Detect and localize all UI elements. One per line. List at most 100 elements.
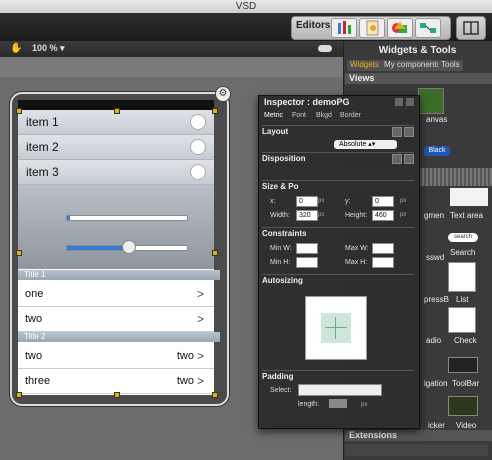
- item-label: item 2: [26, 140, 59, 154]
- padding-section[interactable]: Padding: [262, 370, 414, 383]
- black-button-widget[interactable]: Black: [424, 146, 450, 156]
- tab-bkgd[interactable]: Bkgd: [316, 112, 332, 119]
- text-area-widget-thumb[interactable]: [450, 188, 488, 206]
- max-height-input[interactable]: [372, 257, 394, 268]
- chevron-right-icon: >: [196, 312, 204, 326]
- resize-handle[interactable]: [114, 108, 120, 114]
- tab-tools[interactable]: Tools: [438, 60, 463, 71]
- width-input[interactable]: 320: [296, 210, 318, 221]
- unit-label: px: [400, 198, 407, 204]
- y-input[interactable]: 0: [372, 196, 394, 207]
- widget-label: gmen: [424, 211, 445, 220]
- pill-toggle[interactable]: [318, 45, 332, 52]
- resize-handle[interactable]: [212, 108, 218, 114]
- section-toggle[interactable]: [392, 127, 402, 137]
- widget-label: adio: [426, 336, 442, 345]
- panel-title: Widgets & Tools: [378, 45, 457, 56]
- network-editor-button[interactable]: [415, 18, 441, 38]
- list-item[interactable]: item 2: [18, 135, 214, 160]
- length-input[interactable]: [329, 399, 347, 408]
- layout-toggle-button[interactable]: [456, 16, 486, 40]
- constraints-section[interactable]: Constraints: [262, 227, 414, 240]
- minimize-icon[interactable]: [395, 98, 403, 106]
- resize-handle[interactable]: [16, 108, 22, 114]
- table-row[interactable]: two two >: [18, 344, 214, 369]
- widget-label: ToolBar: [452, 379, 480, 388]
- tab-widgets[interactable]: Widgets: [347, 60, 382, 71]
- group-extensions[interactable]: Extensions: [345, 430, 492, 441]
- max-height-label: Max H:: [345, 259, 368, 266]
- widget-label: List: [456, 295, 469, 304]
- radio-button[interactable]: [190, 139, 206, 155]
- section-toggle[interactable]: [404, 127, 414, 137]
- resize-handle[interactable]: [212, 392, 218, 398]
- tab-border[interactable]: Border: [340, 112, 361, 119]
- min-width-label: Min W:: [270, 245, 292, 252]
- height-input[interactable]: 460: [372, 210, 394, 221]
- search-widget-thumb[interactable]: search: [448, 233, 478, 242]
- list-widget-thumb[interactable]: [448, 262, 476, 292]
- widget-label: sswd: [426, 253, 445, 262]
- panel-footer: [345, 444, 488, 456]
- widget-label: icker: [428, 421, 445, 430]
- x-input[interactable]: 0: [296, 196, 318, 207]
- table-row[interactable]: one >: [18, 282, 214, 307]
- video-widget-thumb[interactable]: [448, 396, 478, 416]
- row-value: two: [176, 350, 194, 362]
- document-editor-button[interactable]: [359, 18, 385, 38]
- autosizing-horizontal-strut[interactable]: [325, 327, 347, 328]
- tab-font[interactable]: Font: [292, 112, 306, 119]
- disposition-select[interactable]: Absolute ▴▾: [334, 140, 397, 149]
- max-width-input[interactable]: [372, 243, 394, 254]
- group-views[interactable]: Views: [345, 73, 492, 84]
- radio-button[interactable]: [190, 164, 206, 180]
- tab-my-components[interactable]: My components: [381, 60, 444, 71]
- table-row[interactable]: three two >: [18, 369, 214, 394]
- section-toggle[interactable]: [404, 154, 414, 164]
- length-label: length:: [298, 401, 320, 408]
- row-label: two: [25, 350, 43, 362]
- autosizing-vertical-strut[interactable]: [335, 317, 336, 339]
- list-item[interactable]: item 3: [18, 160, 214, 185]
- width-label: Width:: [270, 212, 290, 219]
- resize-handle[interactable]: [16, 392, 22, 398]
- slider-1[interactable]: [66, 215, 188, 221]
- section-header: Title 2: [18, 332, 220, 342]
- max-width-label: Max W:: [345, 245, 369, 252]
- canvas-widget-thumb[interactable]: [418, 88, 444, 114]
- padding-selector[interactable]: [298, 384, 382, 396]
- unit-label: px: [400, 212, 407, 218]
- min-width-input[interactable]: [296, 243, 318, 254]
- min-height-input[interactable]: [296, 257, 318, 268]
- close-icon[interactable]: [406, 98, 414, 106]
- autosizing-widget[interactable]: [305, 296, 367, 360]
- gear-icon[interactable]: ⚙: [215, 86, 231, 102]
- item-label: item 1: [26, 115, 59, 129]
- shapes-icon: [392, 21, 407, 33]
- inspector-title: Inspector : demoPG: [264, 97, 350, 107]
- tab-metric[interactable]: Metric: [264, 112, 283, 119]
- resize-handle[interactable]: [212, 250, 218, 256]
- disposition-value: Absolute: [339, 141, 367, 148]
- slider-2-knob[interactable]: [122, 240, 136, 254]
- autosizing-section[interactable]: Autosizing: [262, 274, 414, 287]
- table-view: Title 1 one > two > Title 2 two two > three t…: [18, 270, 220, 395]
- radio-button[interactable]: [190, 114, 206, 130]
- x-label: x:: [270, 198, 276, 205]
- zoom-level[interactable]: 100 % ▾: [32, 43, 65, 54]
- resize-handle[interactable]: [114, 392, 120, 398]
- toolbar-widget-thumb[interactable]: [448, 357, 478, 373]
- chart-editor-button[interactable]: [331, 18, 357, 38]
- unit-label: px: [361, 402, 368, 408]
- table-row[interactable]: two >: [18, 307, 214, 332]
- row-label: two: [25, 313, 43, 325]
- component-editor-button[interactable]: [387, 18, 413, 38]
- hand-tool-icon[interactable]: ✋: [10, 43, 22, 54]
- check-widget-thumb[interactable]: [448, 307, 476, 333]
- widget-label: igation: [424, 379, 448, 388]
- slider-1-fill: [67, 216, 70, 220]
- size-position-section[interactable]: Size & Po: [262, 180, 414, 193]
- section-toggle[interactable]: [392, 154, 402, 164]
- resize-handle[interactable]: [16, 250, 22, 256]
- widget-label: anvas: [426, 115, 448, 124]
